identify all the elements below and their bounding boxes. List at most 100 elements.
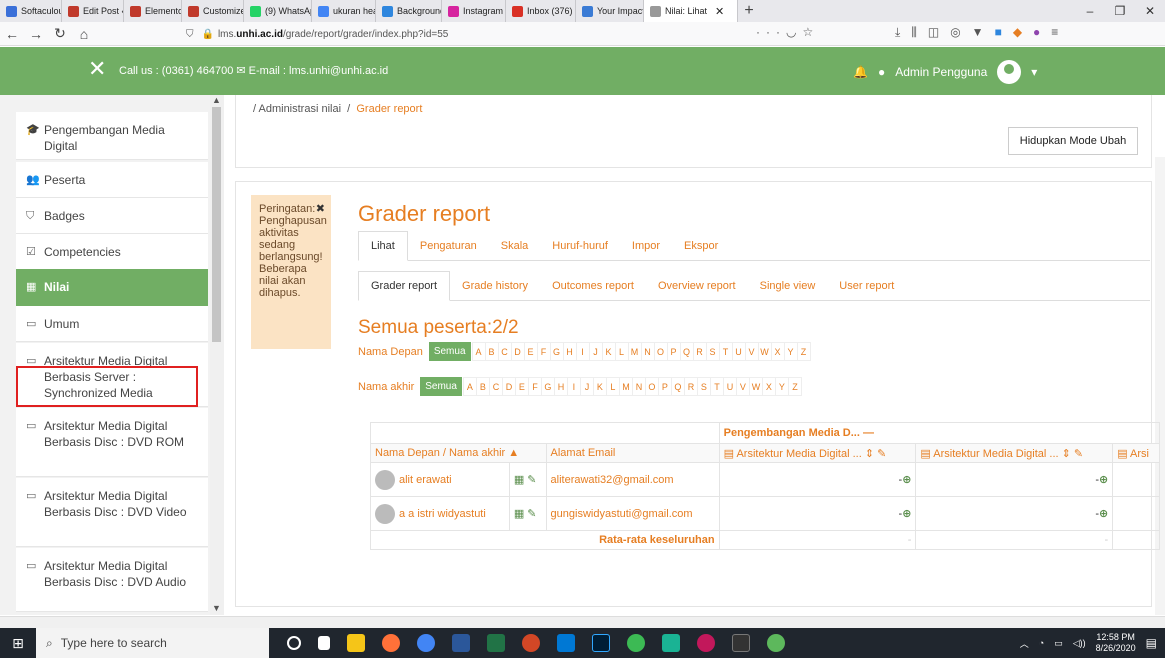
close-tab-icon[interactable]: ✕ bbox=[715, 5, 724, 18]
browser-tab[interactable]: Nilai: Lihat ✕ bbox=[644, 0, 738, 22]
sidebar-item[interactable]: ▦ Nilai bbox=[16, 269, 208, 309]
browser-tab[interactable]: (9) WhatsApp bbox=[244, 0, 312, 22]
tab-item[interactable]: Grader report bbox=[358, 271, 451, 301]
filter-letter[interactable]: I bbox=[566, 377, 581, 396]
filter-letter[interactable]: F bbox=[527, 377, 542, 396]
search-icon[interactable]: ⊕ bbox=[902, 508, 911, 520]
tab-item[interactable]: Skala bbox=[489, 240, 541, 260]
email-cell[interactable]: gungiswidyastuti@gmail.com bbox=[545, 496, 720, 531]
filter-letter[interactable]: U bbox=[731, 342, 746, 361]
tab-item[interactable]: Ekspor bbox=[672, 240, 730, 260]
extension-icon[interactable]: ◆ bbox=[1013, 25, 1022, 40]
column-header-name[interactable]: Nama Depan / Nama akhir ▲ bbox=[370, 443, 547, 463]
sidebar-item[interactable]: ▭ Arsitektur Media Digital Berbasis Disc … bbox=[16, 408, 208, 477]
breadcrumb-current[interactable]: Grader report bbox=[356, 103, 422, 115]
filter-letter[interactable]: E bbox=[523, 342, 538, 361]
sidebar-item[interactable]: ⛉ Badges bbox=[16, 198, 208, 234]
user-name[interactable]: Admin Pengguna bbox=[895, 65, 987, 79]
breadcrumb-item[interactable]: / Administrasi nilai bbox=[253, 103, 341, 115]
windows-start-icon[interactable]: ⊞ bbox=[0, 635, 36, 652]
account-icon[interactable]: ◎ bbox=[950, 25, 960, 40]
reload-icon[interactable]: ↻ bbox=[48, 25, 72, 42]
student-name[interactable]: a a istri widyastuti bbox=[399, 507, 486, 519]
file-explorer-icon[interactable] bbox=[347, 634, 365, 652]
filter-letter[interactable]: K bbox=[592, 377, 607, 396]
student-name[interactable]: alit erawati bbox=[399, 473, 452, 485]
grade-cell[interactable] bbox=[1112, 462, 1160, 497]
filter-letter[interactable]: M bbox=[627, 342, 642, 361]
pocket-icon[interactable]: ◡ bbox=[786, 25, 802, 39]
forward-icon[interactable]: → bbox=[24, 26, 48, 42]
search-icon[interactable]: ⊕ bbox=[1099, 474, 1108, 486]
filter-letter[interactable]: Q bbox=[679, 342, 694, 361]
sidebar-item[interactable]: ▭ Arsitektur Media Digital Berbasis Disc … bbox=[16, 548, 208, 612]
browser-tab[interactable]: Elementor | Do bbox=[124, 0, 182, 22]
extension-icon[interactable]: ■ bbox=[995, 25, 1002, 40]
category-header[interactable]: Pengembangan Media D... — bbox=[718, 422, 1161, 444]
browser-tab[interactable]: Softaculous - S bbox=[0, 0, 62, 22]
edit-mode-button[interactable]: Hidupkan Mode Ubah bbox=[1008, 127, 1138, 155]
column-header-item2[interactable]: ▤ Arsitektur Media Digital ... ⇕ ✎ bbox=[915, 443, 1114, 463]
filter-letter[interactable]: M bbox=[618, 377, 633, 396]
cortana-icon[interactable] bbox=[287, 636, 301, 650]
close-window-icon[interactable]: ✕ bbox=[1135, 0, 1165, 22]
filter-letter[interactable]: G bbox=[540, 377, 555, 396]
column-header-item3[interactable]: ▤ Arsi bbox=[1112, 443, 1160, 463]
horizontal-scrollbar[interactable] bbox=[0, 616, 1165, 628]
more-icon[interactable]: ··· bbox=[756, 25, 786, 39]
filter-letter[interactable]: I bbox=[575, 342, 590, 361]
app-icon[interactable] bbox=[662, 634, 680, 652]
edit-icon[interactable]: ✎ bbox=[877, 448, 886, 460]
filter-letter[interactable]: Z bbox=[787, 377, 802, 396]
sidebar-item[interactable]: ☑ Competencies bbox=[16, 234, 208, 270]
close-drawer-icon[interactable]: ✕ bbox=[88, 57, 106, 81]
filter-letter[interactable]: H bbox=[553, 377, 568, 396]
filter-letter[interactable]: O bbox=[644, 377, 659, 396]
filter-letter[interactable]: C bbox=[497, 342, 512, 361]
student-name-cell[interactable]: alit erawati bbox=[370, 462, 510, 497]
filter-letter[interactable]: X bbox=[761, 377, 776, 396]
back-icon[interactable]: ← bbox=[0, 26, 24, 42]
filter-letter[interactable]: T bbox=[709, 377, 724, 396]
filter-letter[interactable]: W bbox=[757, 342, 772, 361]
filter-letter[interactable]: D bbox=[501, 377, 516, 396]
filter-letter[interactable]: G bbox=[549, 342, 564, 361]
edit-icon[interactable]: ✎ bbox=[527, 508, 536, 520]
tab-item[interactable]: Grade history bbox=[450, 280, 540, 300]
sidebar-item[interactable]: ▭ Arsitektur Media Digital Berbasis Disc … bbox=[16, 478, 208, 547]
filter-letter[interactable]: V bbox=[744, 342, 759, 361]
grade-cell[interactable]: -⊕ bbox=[718, 462, 917, 497]
filter-letter[interactable]: N bbox=[640, 342, 655, 361]
tab-item[interactable]: Lihat bbox=[358, 231, 408, 261]
filter-letter[interactable]: P bbox=[666, 342, 681, 361]
home-icon[interactable]: ⌂ bbox=[72, 26, 96, 42]
tab-item[interactable]: Impor bbox=[620, 240, 672, 260]
table-icon[interactable]: ▦ bbox=[514, 508, 524, 520]
grade-cell[interactable] bbox=[1112, 496, 1160, 531]
tab-item[interactable]: Single view bbox=[748, 280, 828, 300]
bookmark-star-icon[interactable]: ☆ bbox=[802, 25, 819, 39]
filter-letter[interactable]: Q bbox=[670, 377, 685, 396]
browser-tab[interactable]: Inbox (376) - k bbox=[506, 0, 576, 22]
filter-letter[interactable]: J bbox=[588, 342, 603, 361]
filter-letter[interactable]: L bbox=[605, 377, 620, 396]
grade-cell[interactable]: -⊕ bbox=[915, 462, 1114, 497]
filter-letter[interactable]: A bbox=[471, 342, 486, 361]
chrome-icon[interactable] bbox=[417, 634, 435, 652]
app-icon[interactable] bbox=[767, 634, 785, 652]
filter-letter[interactable]: O bbox=[653, 342, 668, 361]
filter-letter[interactable]: R bbox=[692, 342, 707, 361]
filter-letter[interactable]: X bbox=[770, 342, 785, 361]
edit-icon[interactable]: ✎ bbox=[527, 474, 536, 486]
volume-icon[interactable]: ◁)) bbox=[1073, 638, 1086, 649]
tab-item[interactable]: Outcomes report bbox=[540, 280, 646, 300]
restore-icon[interactable]: ❐ bbox=[1105, 0, 1135, 22]
taskbar-search[interactable]: ⌕ Type here to search bbox=[36, 628, 269, 658]
search-icon[interactable]: ⊕ bbox=[1099, 508, 1108, 520]
sidebar-item[interactable]: ▭ Umum bbox=[16, 306, 208, 342]
extension-icon[interactable]: ● bbox=[1033, 25, 1040, 40]
filter-letter[interactable]: B bbox=[475, 377, 490, 396]
chevron-up-icon[interactable]: ︿ bbox=[1020, 637, 1029, 650]
clock[interactable]: 12:58 PM 8/26/2020 bbox=[1096, 632, 1136, 654]
filter-all-button[interactable]: Semua bbox=[420, 377, 462, 396]
